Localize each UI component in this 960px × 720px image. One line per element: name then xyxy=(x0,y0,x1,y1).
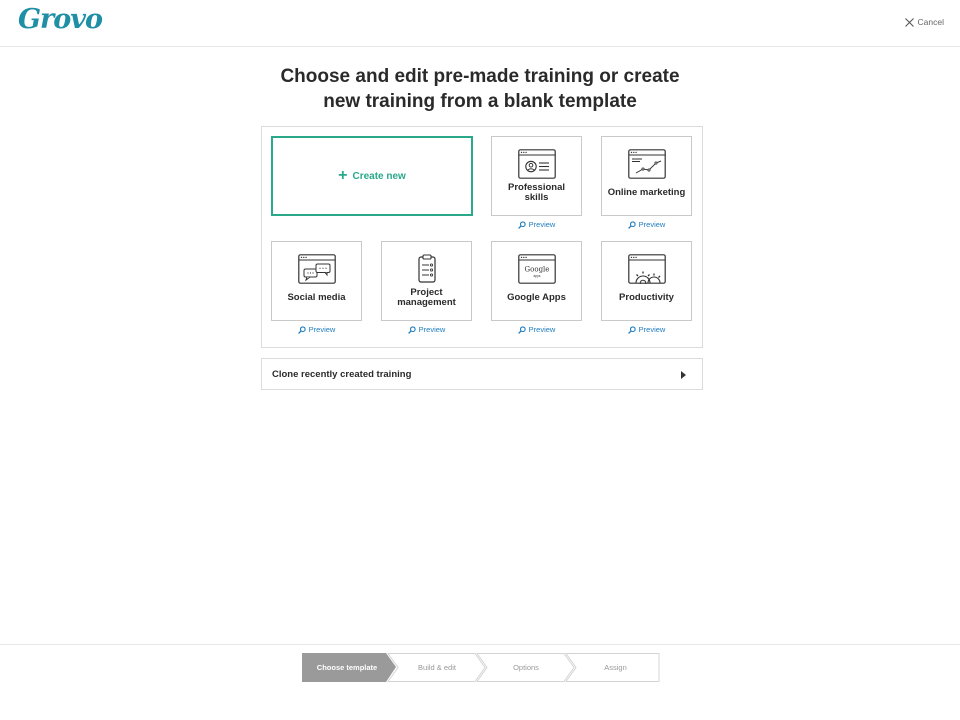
preview-link-online-marketing[interactable]: Preview xyxy=(601,220,692,229)
template-name-line-2: skills xyxy=(524,191,549,203)
close-icon xyxy=(904,17,914,27)
analytics-chart-icon xyxy=(628,149,666,179)
template-name: Google Apps xyxy=(507,292,566,303)
template-tile-online-marketing[interactable]: Online marketing xyxy=(601,136,692,216)
create-new-label: Create new xyxy=(352,170,406,182)
template-name: Productivity xyxy=(619,292,674,303)
template-name: Online marketing xyxy=(607,187,686,198)
magnifier-icon xyxy=(627,220,636,229)
preview-link-social-media[interactable]: Preview xyxy=(271,325,362,334)
preview-link-professional-skills[interactable]: Preview xyxy=(491,220,582,229)
progress-stepper: Choose template Build & edit Options Ass… xyxy=(302,653,662,683)
template-tile-social-media[interactable]: Social media xyxy=(271,241,362,321)
preview-label: Preview xyxy=(638,220,666,229)
template-name: Project management xyxy=(382,288,471,307)
create-new-button[interactable]: + Create new xyxy=(271,136,473,216)
clipboard-checklist-icon xyxy=(418,254,436,283)
template-name-line-2: management xyxy=(397,296,456,308)
step-assign[interactable]: Assign xyxy=(572,653,659,683)
template-tile-professional-skills[interactable]: Professional skills xyxy=(491,136,582,216)
grovo-logo[interactable]: Grovo xyxy=(18,4,103,35)
google-logo-text: Google xyxy=(525,266,550,274)
plus-icon: + xyxy=(338,167,348,184)
magnifier-icon xyxy=(407,325,416,334)
preview-label: Preview xyxy=(528,220,556,229)
magnifier-icon xyxy=(517,220,526,229)
step-choose-template[interactable]: Choose template xyxy=(302,653,392,683)
template-tile-project-management[interactable]: Project management xyxy=(381,241,472,321)
magnifier-icon xyxy=(627,325,636,334)
preview-link-project-management[interactable]: Preview xyxy=(381,325,472,334)
header: Grovo Cancel xyxy=(0,0,960,47)
cancel-label: Cancel xyxy=(917,17,944,27)
google-apps-icon: Google apps xyxy=(518,254,556,284)
page-title: Choose and edit pre-made training or cre… xyxy=(0,64,960,114)
caret-right-icon[interactable] xyxy=(681,371,686,379)
clone-recent-training-row[interactable]: Clone recently created training xyxy=(261,358,703,390)
google-apps-subtext: apps xyxy=(534,274,541,278)
page-title-line-1: Choose and edit pre-made training or cre… xyxy=(280,66,680,87)
cancel-button[interactable]: Cancel xyxy=(904,17,944,27)
step-label: Options xyxy=(513,663,539,672)
step-label: Choose template xyxy=(316,663,378,672)
template-name: Social media xyxy=(287,292,346,303)
magnifier-icon xyxy=(517,325,526,334)
preview-link-google-apps[interactable]: Preview xyxy=(491,325,582,334)
step-build-edit[interactable]: Build & edit xyxy=(394,653,480,683)
step-label: Build & edit xyxy=(418,663,456,672)
magnifier-icon xyxy=(297,325,306,334)
page-title-line-2: new training from a blank template xyxy=(323,91,637,112)
template-tile-productivity[interactable]: Productivity xyxy=(601,241,692,321)
chat-bubbles-icon xyxy=(298,254,336,284)
clone-label: Clone recently created training xyxy=(272,369,412,380)
preview-link-productivity[interactable]: Preview xyxy=(601,325,692,334)
step-label: Assign xyxy=(604,663,627,672)
preview-label: Preview xyxy=(638,325,666,334)
profile-card-icon xyxy=(518,149,556,179)
template-tile-google-apps[interactable]: Google apps Google Apps xyxy=(491,241,582,321)
preview-label: Preview xyxy=(418,325,446,334)
preview-label: Preview xyxy=(308,325,336,334)
template-name: Professional skills xyxy=(492,183,581,202)
preview-label: Preview xyxy=(528,325,556,334)
step-options[interactable]: Options xyxy=(483,653,569,683)
gears-icon xyxy=(628,254,666,284)
